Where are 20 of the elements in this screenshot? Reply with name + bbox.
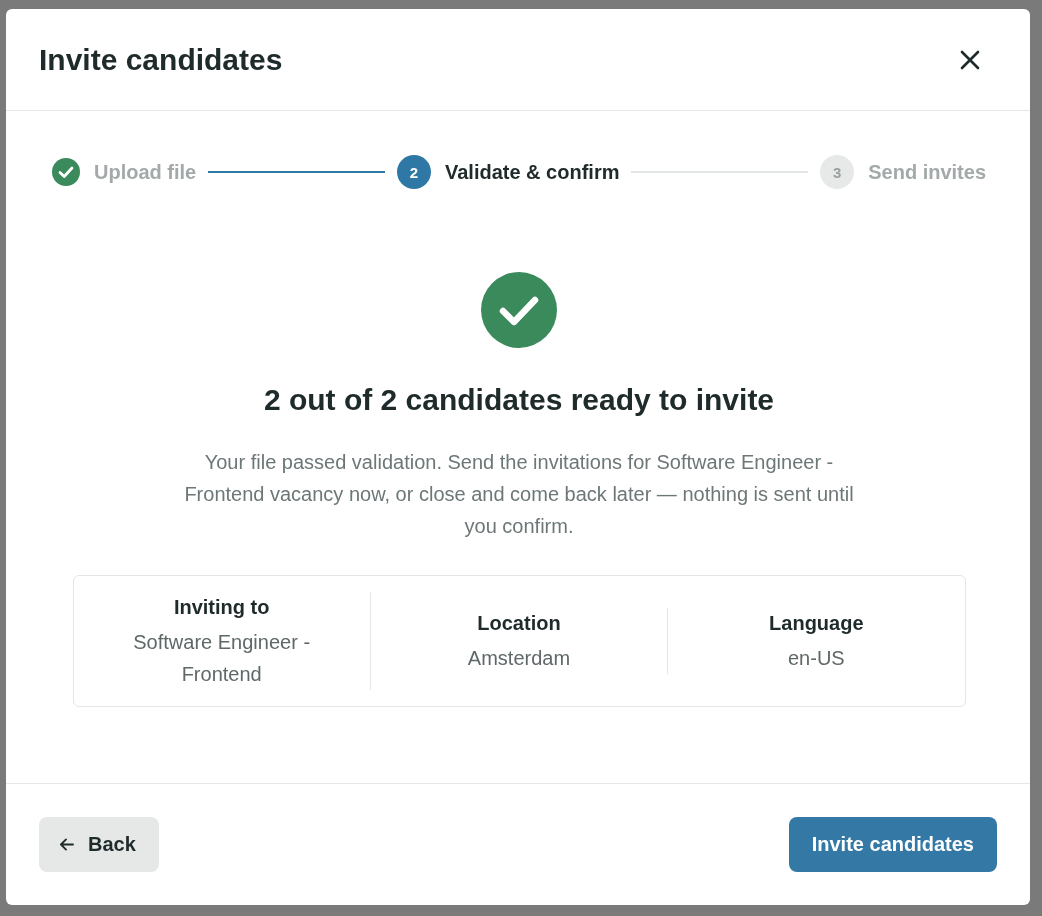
step-number: 2: [396, 155, 431, 189]
step-label: Send invites: [868, 160, 986, 185]
arrow-left-icon: [59, 838, 74, 851]
summary-label: Language: [769, 611, 864, 636]
back-button[interactable]: Back: [39, 817, 159, 872]
invite-button[interactable]: Invite candidates: [788, 817, 997, 872]
result-message: Your file passed validation. Send the invitations for Software Engineer - Frontend vacancy now, or close and come back later — nothing is sent until you confirm.: [183, 450, 855, 539]
close-icon: [960, 49, 980, 70]
step-number: 3: [820, 155, 855, 189]
dialog-title: Invite candidates: [39, 41, 283, 78]
summary-label: Inviting to: [173, 595, 270, 620]
result-heading: 2 out of 2 candidates ready to invite: [263, 382, 775, 418]
step-label: Upload file: [94, 160, 197, 185]
close-button[interactable]: [960, 49, 980, 70]
step-label: Validate & confirm: [444, 160, 620, 185]
check-circle-icon: [481, 272, 557, 348]
summary-label: Location: [477, 611, 561, 636]
summary-value: Amsterdam: [467, 646, 571, 671]
summary-value: en-US: [787, 646, 845, 671]
summary-value: Software Engineer - Frontend: [132, 630, 312, 687]
